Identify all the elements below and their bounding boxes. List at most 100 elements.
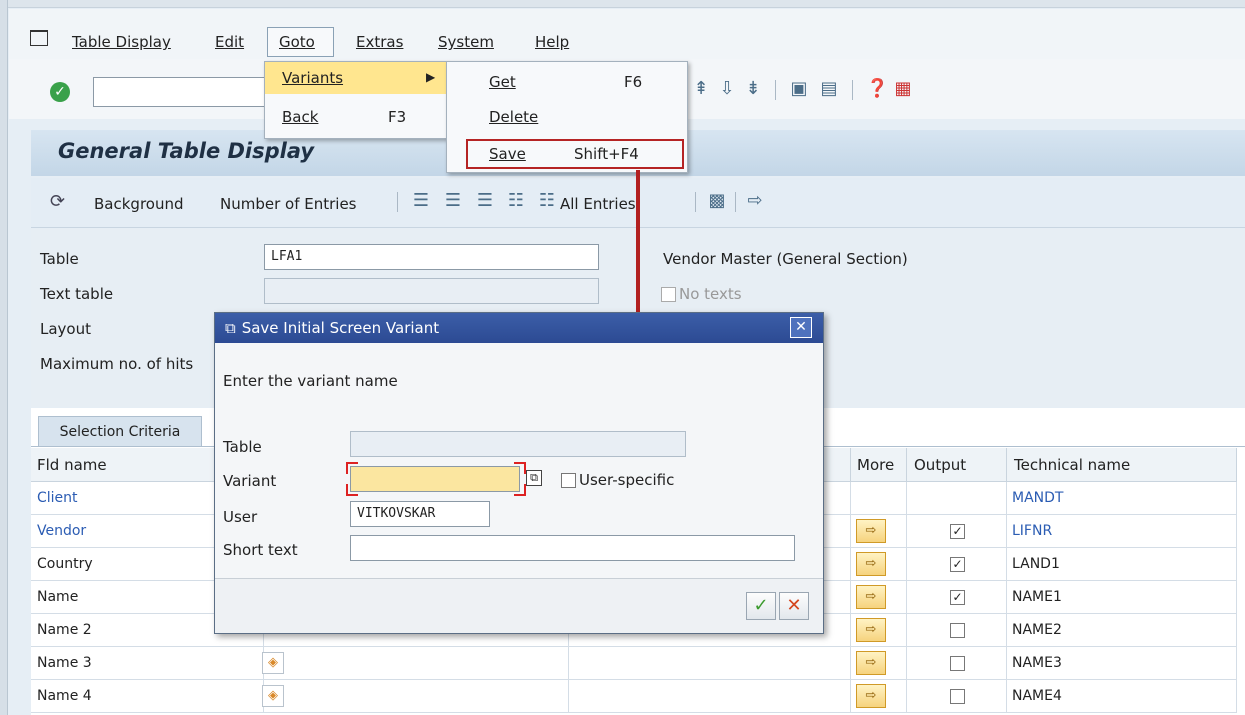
user-specific-label: User-specific	[579, 471, 675, 489]
submenu-arrow-icon: ▶	[426, 70, 436, 84]
toolbar-separator	[852, 80, 853, 100]
more-button[interactable]: ⇨	[856, 651, 886, 675]
select-all-icon[interactable]: ☰	[410, 190, 432, 212]
field-name: Client	[37, 490, 78, 506]
variant-name-input[interactable]	[350, 466, 520, 492]
get-shortcut: F6	[624, 73, 643, 91]
dialog-footer	[215, 578, 823, 633]
dialog-window-icon: ⧉	[225, 319, 236, 337]
shortcut-icon[interactable]: ▤	[818, 78, 840, 100]
grid-cell	[569, 680, 851, 713]
menu-item-delete[interactable]: Delete	[489, 108, 538, 126]
dialog-prompt: Enter the variant name	[223, 372, 398, 390]
required-marker	[346, 484, 358, 496]
toolbar-separator	[775, 80, 776, 100]
menu-table-display[interactable]: Table Display	[72, 33, 171, 51]
first-page-icon[interactable]: ⇞	[690, 78, 712, 100]
all-entries-button[interactable]: All Entries	[560, 195, 636, 213]
settings-icon[interactable]: ▩	[706, 190, 728, 212]
output-checkbox[interactable]	[950, 689, 965, 704]
field-name: Country	[37, 556, 93, 572]
menu-extras[interactable]: Extras	[356, 33, 403, 51]
selection-options-icon[interactable]: ◈	[262, 685, 284, 707]
table-description: Vendor Master (General Section)	[663, 250, 908, 268]
selection-options-icon[interactable]: ◈	[262, 652, 284, 674]
more-button[interactable]: ⇨	[856, 618, 886, 642]
field-name: Name 3	[37, 655, 92, 671]
page-title: General Table Display	[58, 139, 315, 163]
output-checkbox[interactable]: ✓	[950, 524, 965, 539]
more-button[interactable]: ⇨	[856, 552, 886, 576]
dialog-title-bar: ⧉ Save Initial Screen Variant	[215, 313, 823, 343]
dialog-title: Save Initial Screen Variant	[241, 319, 440, 337]
new-session-icon[interactable]: ▣	[788, 78, 810, 100]
grid-cell	[264, 680, 569, 713]
deselect-icon[interactable]: ☰	[474, 190, 496, 212]
required-marker	[514, 484, 526, 496]
command-field[interactable]	[93, 77, 273, 107]
output-checkbox[interactable]	[950, 656, 965, 671]
toolbar-separator	[735, 192, 736, 212]
dialog-user-label: User	[223, 508, 258, 526]
tab-selection-criteria[interactable]: Selection Criteria	[38, 416, 202, 447]
dialog-table-input	[350, 431, 686, 457]
output-checkbox[interactable]: ✓	[950, 590, 965, 605]
next-page-icon[interactable]: ⇩	[716, 78, 738, 100]
short-text-input[interactable]	[350, 535, 795, 561]
all-entries-icon[interactable]: ☷	[536, 190, 558, 212]
technical-name: NAME3	[1012, 655, 1062, 671]
help-icon[interactable]: ❓	[866, 78, 888, 100]
toolbar-separator	[695, 192, 696, 212]
value-help-icon[interactable]: ⧉	[526, 470, 542, 486]
required-marker	[346, 462, 358, 474]
more-button[interactable]: ⇨	[856, 519, 886, 543]
confirm-check-icon[interactable]: ✓	[746, 592, 776, 620]
delete-selection-icon[interactable]: ☷	[505, 190, 527, 212]
more-button[interactable]: ⇨	[856, 585, 886, 609]
technical-name: MANDT	[1012, 490, 1064, 506]
enter-check-icon[interactable]: ✓	[50, 82, 70, 102]
number-of-entries-button[interactable]: Number of Entries	[220, 195, 357, 213]
grid-cell	[569, 647, 851, 680]
table-input[interactable]: LFA1	[264, 244, 599, 270]
menu-item-variants[interactable]: Variants	[282, 69, 343, 87]
menu-system[interactable]: System	[438, 33, 494, 51]
save-shortcut: Shift+F4	[574, 145, 639, 163]
grid-cell	[264, 647, 569, 680]
text-table-label: Text table	[40, 285, 114, 303]
select-block-icon[interactable]: ☰	[442, 190, 464, 212]
cancel-x-icon[interactable]: ✕	[779, 592, 809, 620]
output-checkbox[interactable]: ✓	[950, 557, 965, 572]
menu-icon[interactable]	[30, 30, 48, 46]
no-texts-checkbox	[661, 287, 676, 302]
dialog-close-icon[interactable]: ✕	[790, 317, 812, 338]
export-icon[interactable]: ⇨	[744, 190, 766, 212]
no-texts-label: No texts	[679, 285, 742, 303]
menu-item-back[interactable]: Back	[282, 108, 318, 126]
technical-name: NAME2	[1012, 622, 1062, 638]
col-technical-name: Technical name	[1014, 456, 1131, 474]
required-marker	[514, 462, 526, 474]
col-fld-name: Fld name	[37, 456, 107, 474]
user-input[interactable]: VITKOVSKAR	[350, 501, 490, 527]
more-button[interactable]: ⇨	[856, 684, 886, 708]
text-table-input	[264, 278, 599, 304]
customize-layout-icon[interactable]: ▦	[892, 78, 914, 100]
user-specific-checkbox[interactable]	[561, 473, 576, 488]
max-hits-label: Maximum no. of hits	[40, 355, 194, 373]
output-checkbox[interactable]	[950, 623, 965, 638]
dialog-variant-label: Variant	[223, 472, 277, 490]
window-top-frame	[0, 0, 1245, 8]
execute-icon[interactable]: ⟳	[50, 191, 65, 212]
menu-help[interactable]: Help	[535, 33, 569, 51]
grid-cell	[907, 482, 1007, 515]
layout-label: Layout	[40, 320, 91, 338]
menu-goto[interactable]: Goto	[279, 33, 315, 51]
menu-item-get[interactable]: Get	[489, 73, 516, 91]
menu-item-save[interactable]: Save	[489, 145, 526, 163]
background-button[interactable]: Background	[94, 195, 184, 213]
last-page-icon[interactable]: ⇟	[742, 78, 764, 100]
technical-name: LIFNR	[1012, 523, 1053, 539]
field-name: Name 2	[37, 622, 92, 638]
menu-edit[interactable]: Edit	[215, 33, 244, 51]
